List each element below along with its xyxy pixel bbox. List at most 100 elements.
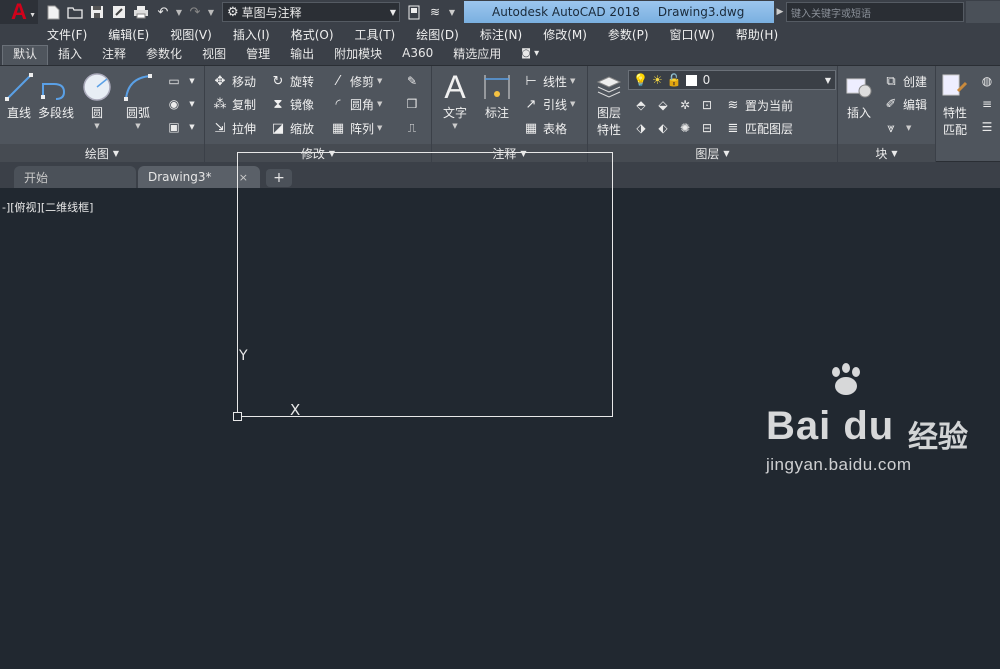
explode-icon[interactable]: ❒ — [403, 95, 421, 113]
menu-tools[interactable]: 工具(T) — [355, 26, 396, 43]
drawn-rectangle[interactable] — [237, 152, 613, 417]
hatch-icon[interactable]: ◉ — [165, 95, 183, 113]
tab-a360[interactable]: A360 — [392, 45, 443, 65]
menu-insert[interactable]: 插入(I) — [233, 26, 270, 43]
copy-button[interactable]: ⁂ 复制 — [211, 94, 257, 114]
tab-output[interactable]: 输出 — [280, 45, 324, 65]
arc-button[interactable]: 圆弧 ▼ — [121, 70, 155, 130]
block-attributes-button[interactable]: ⩔ ▼ — [882, 118, 911, 138]
rectangle-icon[interactable]: ▭ — [165, 72, 183, 90]
save-icon[interactable] — [86, 2, 108, 22]
layer-isolate-icon[interactable]: ⬙ — [654, 96, 672, 114]
layer-freeze-icon[interactable]: ✲ — [676, 96, 694, 114]
layer-state-icon[interactable]: ≋ — [424, 2, 446, 22]
tab-annotate[interactable]: 注释 — [92, 45, 136, 65]
erase-icon[interactable]: ✎ — [403, 72, 421, 90]
layer-dropdown[interactable]: 💡 ☀ 🔓 0 ▼ — [628, 70, 836, 90]
undo-icon[interactable]: ↶ — [152, 2, 174, 22]
edit-block-button[interactable]: ✐ 编辑 — [882, 94, 927, 114]
layer-lock-icon[interactable]: ⊡ — [698, 96, 716, 114]
print-icon[interactable] — [130, 2, 152, 22]
menu-view[interactable]: 视图(V) — [170, 26, 212, 43]
linear-button[interactable]: ⊢ 线性 ▼ — [522, 71, 575, 91]
layer-unisolate-icon[interactable]: ⬖ — [654, 119, 672, 137]
linetype-icon[interactable]: ☰ — [978, 118, 996, 136]
match-layer-button[interactable]: ≣ 匹配图层 — [724, 118, 793, 138]
boundary-icon[interactable]: ▣ — [165, 118, 183, 136]
workspace-icon[interactable] — [404, 2, 424, 22]
menu-dimension[interactable]: 标注(N) — [480, 26, 522, 43]
trim-button[interactable]: ⁄ 修剪 ▼ — [329, 71, 383, 91]
menu-edit[interactable]: 编辑(E) — [108, 26, 149, 43]
menu-format[interactable]: 格式(O) — [291, 26, 334, 43]
draw-panel-title[interactable]: 绘图 ▼ — [0, 144, 204, 162]
create-block-button[interactable]: ⧉ 创建 — [882, 71, 927, 91]
tab-default[interactable]: 默认 — [2, 45, 49, 65]
menu-parametric[interactable]: 参数(P) — [608, 26, 649, 43]
table-button[interactable]: ▦ 表格 — [522, 118, 567, 138]
current-layer-name: 0 — [702, 73, 711, 87]
offset-icon[interactable]: ⎍ — [403, 119, 421, 137]
workspace-selector[interactable]: ⚙ 草图与注释 ▼ — [222, 2, 400, 22]
open-folder-icon[interactable] — [64, 2, 86, 22]
new-file-icon[interactable] — [42, 2, 64, 22]
tab-start[interactable]: 开始 — [14, 166, 136, 188]
menu-modify[interactable]: 修改(M) — [543, 26, 587, 43]
viewport-controls-label[interactable]: -][俯视][二维线框] — [2, 199, 93, 215]
array-button[interactable]: ▦ 阵列 ▼ — [329, 118, 383, 138]
layer-unlock-icon[interactable]: ⊟ — [698, 119, 716, 137]
window-title: Autodesk AutoCAD 2018 Drawing3.dwg — [464, 1, 774, 23]
rotate-button[interactable]: ↻ 旋转 — [269, 71, 314, 91]
tab-manage[interactable]: 管理 — [236, 45, 280, 65]
menu-draw[interactable]: 绘图(D) — [416, 26, 459, 43]
chevron-down-icon[interactable]: ▼ — [183, 118, 201, 136]
ucs-origin-icon[interactable] — [233, 412, 242, 421]
leader-button[interactable]: ↗ 引线 ▼ — [522, 94, 576, 114]
tab-addins[interactable]: 附加模块 — [324, 45, 392, 65]
stretch-button[interactable]: ⇲ 拉伸 — [211, 118, 256, 138]
polyline-button[interactable]: 多段线 — [38, 70, 74, 121]
search-input[interactable]: 键入关键字或短语 — [786, 2, 964, 22]
mirror-button[interactable]: ⧗ 镜像 — [269, 94, 314, 114]
table-icon: ▦ — [524, 120, 538, 136]
set-current-layer-icon: ≋ — [727, 97, 739, 113]
ribbon-options-icon[interactable]: ◙ ▾ — [511, 45, 549, 65]
chevron-down-icon[interactable]: ▼ — [183, 72, 201, 90]
insert-block-button[interactable]: 插入 — [842, 70, 876, 121]
match-properties-button[interactable]: 特性 匹配 — [938, 70, 972, 138]
set-current-button[interactable]: ≋ 置为当前 — [724, 95, 793, 115]
layer-on-icon[interactable]: ⬗ — [632, 119, 650, 137]
customize-toolbar-icon[interactable]: ▼ — [446, 8, 458, 17]
redo-icon[interactable]: ↷ — [184, 2, 206, 22]
tab-parametric[interactable]: 参数化 — [136, 45, 192, 65]
scale-button[interactable]: ◪ 缩放 — [269, 118, 314, 138]
undo-dropdown-icon[interactable]: ▼ — [174, 2, 184, 22]
move-button[interactable]: ✥ 移动 — [211, 71, 256, 91]
block-panel-title-text: 块 — [875, 146, 888, 161]
save-as-icon[interactable] — [108, 2, 130, 22]
chevron-right-icon[interactable]: ▶ — [774, 7, 786, 17]
app-name: Autodesk AutoCAD 2018 — [492, 5, 640, 19]
chevron-down-icon[interactable]: ▼ — [183, 95, 201, 113]
menu-window[interactable]: 窗口(W) — [670, 26, 715, 43]
circle-button[interactable]: 圆 ▼ — [80, 70, 114, 130]
layer-off-icon[interactable]: ⬘ — [632, 96, 650, 114]
layer-properties-button[interactable]: 图层 特性 — [592, 70, 626, 138]
tab-insert[interactable]: 插入 — [48, 45, 92, 65]
block-panel-title[interactable]: 块 ▼ — [838, 144, 935, 162]
menu-file[interactable]: 文件(F) — [47, 26, 87, 43]
layers-panel-title[interactable]: 图层 ▼ — [588, 144, 837, 162]
layer-thaw-icon[interactable]: ✺ — [676, 119, 694, 137]
line-button[interactable]: 直线 — [2, 70, 36, 121]
layer-color-swatch — [685, 74, 697, 86]
application-menu-button[interactable]: A ▼ — [0, 0, 38, 24]
dimension-button[interactable]: 标注 — [480, 70, 514, 121]
tab-featured-apps[interactable]: 精选应用 — [443, 45, 511, 65]
fillet-button[interactable]: ◜ 圆角 ▼ — [329, 94, 382, 114]
lineweight-icon[interactable]: ≡ — [978, 95, 996, 113]
tab-view[interactable]: 视图 — [192, 45, 236, 65]
text-button[interactable]: A 文字 ▼ — [438, 69, 472, 131]
menu-help[interactable]: 帮助(H) — [736, 26, 778, 43]
redo-dropdown-icon[interactable]: ▼ — [206, 2, 216, 22]
color-wheel-icon[interactable]: ◍ — [978, 72, 996, 90]
